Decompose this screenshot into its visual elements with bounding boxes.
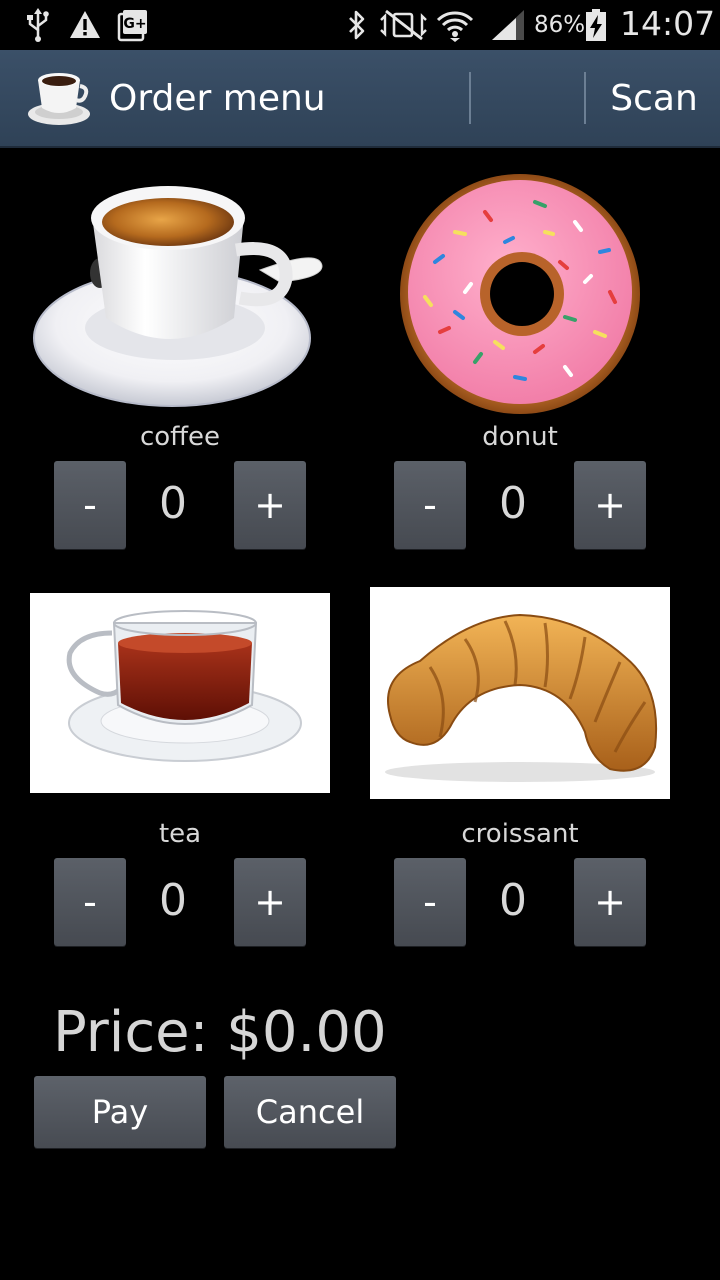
mute-icon	[380, 9, 427, 41]
coffee-decrement-button[interactable]: -	[54, 461, 126, 549]
product-label-tea: tea	[158, 819, 202, 849]
tea-quantity: 0	[159, 875, 187, 926]
product-label-donut: donut	[482, 422, 558, 452]
signal-icon	[492, 10, 524, 40]
croissant-image[interactable]	[370, 587, 670, 799]
action-bar-divider	[584, 72, 586, 124]
coffee-quantity: 0	[159, 478, 187, 529]
empty-action-slot[interactable]	[471, 50, 584, 146]
donut-quantity: 0	[499, 478, 527, 529]
donut-image[interactable]	[395, 172, 645, 417]
product-label-coffee: coffee	[139, 422, 221, 452]
pay-button[interactable]: Pay	[34, 1076, 206, 1148]
scan-button[interactable]: Scan	[588, 50, 720, 146]
coffee-image[interactable]	[30, 178, 330, 413]
coffee-increment-button[interactable]: +	[234, 461, 306, 549]
croissant-increment-button[interactable]: +	[574, 858, 646, 946]
coffee-cup-app-icon[interactable]	[26, 66, 92, 128]
tea-image[interactable]	[30, 593, 330, 793]
price-total: Price: $0.00	[53, 1000, 387, 1065]
battery-percent: 86%	[534, 12, 586, 38]
donut-increment-button[interactable]: +	[574, 461, 646, 549]
action-bar: Order menu Scan	[0, 50, 720, 148]
clock: 14:07	[620, 4, 716, 43]
usb-icon	[27, 8, 49, 42]
croissant-quantity: 0	[499, 875, 527, 926]
google-plus-notification-icon: G+	[117, 10, 147, 42]
battery-charging-icon	[586, 9, 606, 41]
wifi-icon	[436, 11, 474, 42]
warning-icon	[70, 11, 100, 38]
bluetooth-icon	[349, 10, 365, 40]
cancel-button[interactable]: Cancel	[224, 1076, 396, 1148]
donut-decrement-button[interactable]: -	[394, 461, 466, 549]
page-title: Order menu	[109, 78, 326, 119]
tea-increment-button[interactable]: +	[234, 858, 306, 946]
croissant-decrement-button[interactable]: -	[394, 858, 466, 946]
tea-decrement-button[interactable]: -	[54, 858, 126, 946]
product-label-croissant: croissant	[461, 819, 579, 849]
svg-text:G+: G+	[123, 16, 146, 32]
status-bar: G+ 86% 14:07	[0, 0, 720, 50]
